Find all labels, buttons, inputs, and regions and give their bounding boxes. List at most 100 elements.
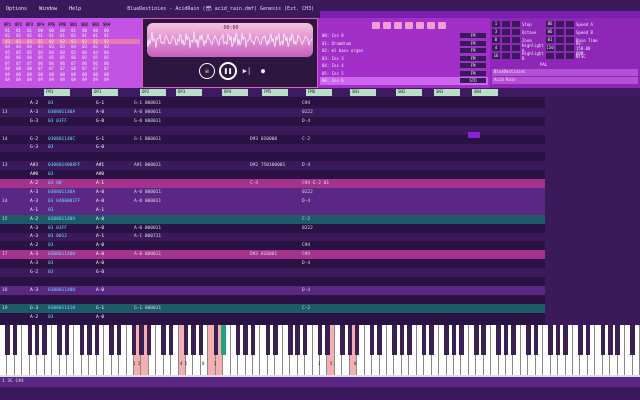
- pattern-editor-row[interactable]: 14 G-2 030801140C G-1 G-1 000011 D#3 010000 C-…: [0, 135, 545, 144]
- track-header-fm5[interactable]: FM5: [262, 89, 288, 96]
- pattern-editor-cell[interactable]: G-2: [30, 137, 38, 142]
- piano-black-key[interactable]: [421, 325, 427, 355]
- track-header-fm6[interactable]: FM6: [306, 89, 332, 96]
- pattern-editor-row[interactable]: A-2 03 A-0: [0, 313, 545, 322]
- pattern-cell[interactable]: 0A: [24, 77, 35, 82]
- pattern-editor-cell[interactable]: D-4: [302, 288, 310, 293]
- piano-black-key[interactable]: [139, 325, 144, 355]
- pattern-editor-cell[interactable]: G-1: [96, 137, 104, 142]
- pattern-cell[interactable]: 03: [101, 44, 112, 49]
- pattern-cell[interactable]: 07: [24, 61, 35, 66]
- piano-black-key[interactable]: [459, 325, 464, 355]
- pattern-editor-cell[interactable]: 03 03FF: [48, 119, 67, 124]
- pattern-cell[interactable]: 09: [79, 77, 90, 82]
- pattern-editor-row[interactable]: A-3 03 A-0 D-4: [0, 259, 545, 268]
- piano-black-key[interactable]: [295, 325, 300, 355]
- pattern-editor-cell[interactable]: C#4 E-2 01: [302, 181, 329, 186]
- piano-black-key[interactable]: [563, 325, 568, 355]
- menu-help[interactable]: Help: [63, 6, 87, 12]
- pattern-editor-cell[interactable]: G-3: [30, 306, 38, 311]
- pattern-cell[interactable]: 02: [35, 39, 46, 44]
- piano-black-key[interactable]: [12, 325, 18, 355]
- decrement-button[interactable]: [556, 21, 564, 27]
- pattern-cell[interactable]: 07: [79, 66, 90, 71]
- pattern-editor-cell[interactable]: D-4: [302, 163, 310, 168]
- increment-button[interactable]: [512, 45, 520, 51]
- instrument-item[interactable]: 00: Ins 0 FM: [320, 32, 488, 40]
- pattern-cell[interactable]: 04: [57, 50, 68, 55]
- piano-black-key[interactable]: [354, 325, 360, 355]
- pattern-editor-row[interactable]: A-1 03 A-1: [0, 205, 545, 215]
- pattern-editor-cell[interactable]: C-4: [250, 181, 258, 186]
- piano-black-key[interactable]: [407, 325, 412, 355]
- pattern-editor-cell[interactable]: A-0 000011: [134, 252, 161, 257]
- pattern-cell[interactable]: 07: [68, 61, 79, 66]
- add-icon[interactable]: [372, 22, 380, 29]
- piano-black-key[interactable]: [235, 325, 241, 355]
- pattern-cell[interactable]: 02: [2, 33, 13, 38]
- pattern-cell[interactable]: 03: [35, 44, 46, 49]
- increment-button[interactable]: [566, 37, 574, 43]
- pattern-editor-cell[interactable]: 14: [2, 137, 7, 142]
- piano-black-key[interactable]: [503, 325, 509, 355]
- setting-value[interactable]: 06: [546, 21, 554, 27]
- pattern-editor-row[interactable]: G-3 03 03FF G-0 G-0 000011 D-4: [0, 117, 545, 126]
- pattern-cell[interactable]: 03: [13, 39, 24, 44]
- pattern-cell[interactable]: 09: [2, 72, 13, 77]
- pattern-cell[interactable]: 08: [101, 72, 112, 77]
- pattern-editor-cell[interactable]: A-2: [30, 315, 38, 320]
- pattern-cell[interactable]: 06: [2, 55, 13, 60]
- setting-value[interactable]: 16: [492, 53, 500, 59]
- pal-radio[interactable]: PAL: [540, 62, 547, 67]
- increment-button[interactable]: [566, 53, 574, 59]
- pattern-cell[interactable]: 02: [24, 33, 35, 38]
- pattern-editor-cell[interactable]: A#3: [30, 163, 38, 168]
- pattern-cell[interactable]: 03: [90, 44, 101, 49]
- pattern-editor-cell[interactable]: 030801140A: [48, 110, 75, 115]
- pattern-cell[interactable]: 02: [90, 39, 101, 44]
- instrument-item[interactable]: 03: Ins 3 FM: [320, 55, 488, 63]
- piano-black-key[interactable]: [64, 325, 70, 355]
- pattern-cell[interactable]: 01: [13, 28, 24, 33]
- move-up-icon[interactable]: [416, 22, 424, 29]
- pattern-editor-cell[interactable]: A#0: [96, 172, 104, 177]
- track-header-sn4[interactable]: SN4: [472, 89, 498, 96]
- piano-black-key[interactable]: [578, 325, 583, 355]
- step-forward-icon[interactable]: ▶|: [239, 63, 255, 79]
- pattern-cell[interactable]: 03: [68, 39, 79, 44]
- pattern-editor-cell[interactable]: A-2: [30, 217, 38, 222]
- pattern-cell[interactable]: 05: [68, 50, 79, 55]
- pattern-editor-cell[interactable]: C#4: [302, 243, 310, 248]
- save-icon[interactable]: [405, 22, 413, 29]
- pattern-editor-cell[interactable]: 0308014008FF: [48, 163, 81, 168]
- pattern-editor-cell[interactable]: 03 03FF: [48, 226, 67, 231]
- pattern-cell[interactable]: 08: [90, 72, 101, 77]
- author-field[interactable]: Acid Rain: [492, 77, 638, 84]
- pattern-editor-row[interactable]: A-2 03 A-0 C#4: [0, 241, 545, 250]
- setting-value[interactable]: 150: [546, 45, 554, 51]
- pattern-cell[interactable]: 05: [79, 55, 90, 60]
- pattern-editor-cell[interactable]: 0222: [302, 110, 313, 115]
- pattern-editor-cell[interactable]: A-0 000011: [134, 199, 161, 204]
- pattern-cell[interactable]: 06: [101, 61, 112, 66]
- pattern-editor-cell[interactable]: 03: [48, 172, 53, 177]
- piano-black-key[interactable]: [146, 325, 152, 355]
- pattern-cell[interactable]: 03: [57, 44, 68, 49]
- pattern-editor-cell[interactable]: A-0: [96, 199, 104, 204]
- pattern-editor-cell[interactable]: C#4: [302, 252, 310, 257]
- menu-options[interactable]: Options: [0, 6, 33, 12]
- pattern-editor-cell[interactable]: A-0 000011: [134, 190, 161, 195]
- pattern-cell[interactable]: 05: [46, 55, 57, 60]
- piano-black-key[interactable]: [496, 325, 501, 355]
- pattern-cell[interactable]: 09: [13, 72, 24, 77]
- decrement-button[interactable]: [556, 45, 564, 51]
- stop-icon[interactable]: ●: [255, 63, 271, 79]
- piano-black-key[interactable]: [548, 325, 553, 355]
- piano-black-key[interactable]: [399, 325, 405, 355]
- piano-black-key[interactable]: [221, 325, 226, 355]
- piano-black-key[interactable]: [5, 325, 10, 355]
- pattern-editor-cell[interactable]: 03 0400001FF: [48, 199, 81, 204]
- track-header-sn1[interactable]: SN1: [350, 89, 376, 96]
- increment-button[interactable]: [566, 29, 574, 35]
- pattern-cell[interactable]: 0A: [13, 77, 24, 82]
